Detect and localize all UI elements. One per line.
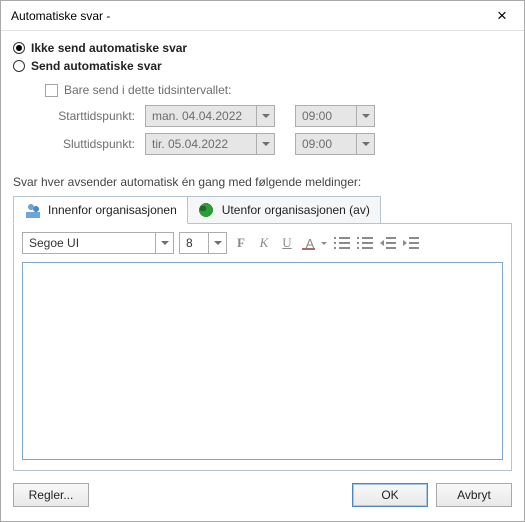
end-time-row: Sluttidspunkt: tir. 05.04.2022 09:00 xyxy=(45,133,512,155)
start-time-label: Starttidspunkt: xyxy=(45,109,145,123)
only-send-interval-checkbox[interactable]: Bare send i dette tidsintervallet: xyxy=(45,83,512,97)
chevron-down-icon xyxy=(256,134,274,154)
chevron-down-icon xyxy=(208,233,226,253)
chevron-down-icon xyxy=(155,233,173,253)
radio-do-not-send[interactable]: Ikke send automatiske svar xyxy=(13,41,512,55)
font-color-icon: A xyxy=(301,234,319,252)
numbered-list-button[interactable] xyxy=(356,234,374,252)
rules-button[interactable]: Regler... xyxy=(13,483,89,507)
dialog-content: Ikke send automatiske svar Send automati… xyxy=(1,31,524,471)
reply-caption: Svar hver avsender automatisk én gang me… xyxy=(13,175,512,189)
radio-label: Ikke send automatiske svar xyxy=(31,41,187,55)
italic-button[interactable]: K xyxy=(255,234,273,252)
window-title: Automatiske svar - xyxy=(11,9,480,23)
font-color-button[interactable]: A xyxy=(301,234,328,252)
font-family-value: Segoe UI xyxy=(23,236,155,250)
bullet-list-button[interactable] xyxy=(333,234,351,252)
outdent-button[interactable] xyxy=(379,234,397,252)
time-interval-block: Bare send i dette tidsintervallet: Start… xyxy=(45,83,512,161)
radio-send[interactable]: Send automatiske svar xyxy=(13,59,512,73)
end-time-label: Sluttidspunkt: xyxy=(45,137,145,151)
end-date-value: tir. 05.04.2022 xyxy=(146,137,256,151)
radio-icon xyxy=(13,60,25,72)
close-button[interactable]: × xyxy=(480,1,524,30)
bold-button[interactable]: F xyxy=(232,234,250,252)
font-family-combo[interactable]: Segoe UI xyxy=(22,232,174,254)
tabs: Innenfor organisasjonen Utenfor organisa… xyxy=(13,195,512,224)
chevron-down-icon xyxy=(319,234,328,252)
ok-button[interactable]: OK xyxy=(352,483,428,507)
underline-button[interactable]: U xyxy=(278,234,296,252)
tab-label: Utenfor organisasjonen (av) xyxy=(222,203,370,217)
chevron-down-icon xyxy=(356,134,374,154)
end-date-combo[interactable]: tir. 05.04.2022 xyxy=(145,133,275,155)
tab-inside-organization[interactable]: Innenfor organisasjonen xyxy=(13,196,188,224)
radio-label: Send automatiske svar xyxy=(31,59,162,73)
indent-button[interactable] xyxy=(402,234,420,252)
message-textarea[interactable] xyxy=(22,262,503,460)
outdent-icon xyxy=(380,236,396,250)
titlebar: Automatiske svar - × xyxy=(1,1,524,31)
end-time-combo[interactable]: 09:00 xyxy=(295,133,375,155)
globe-icon xyxy=(198,202,216,218)
close-icon: × xyxy=(497,7,507,24)
start-date-value: man. 04.04.2022 xyxy=(146,109,256,123)
dialog-footer: Regler... OK Avbryt xyxy=(1,471,524,521)
start-time-value: 09:00 xyxy=(296,109,356,123)
font-size-value: 8 xyxy=(180,236,208,250)
editor-toolbar: Segoe UI 8 F K U A xyxy=(22,232,503,254)
automatic-replies-dialog: Automatiske svar - × Ikke send automatis… xyxy=(0,0,525,522)
tab-outside-organization[interactable]: Utenfor organisasjonen (av) xyxy=(188,196,381,224)
tab-label: Innenfor organisasjonen xyxy=(48,203,177,217)
chevron-down-icon xyxy=(256,106,274,126)
indent-icon xyxy=(403,236,419,250)
editor-area: Segoe UI 8 F K U A xyxy=(13,224,512,471)
chevron-down-icon xyxy=(356,106,374,126)
numbered-list-icon xyxy=(357,236,373,250)
checkbox-label: Bare send i dette tidsintervallet: xyxy=(64,83,231,97)
bullet-list-icon xyxy=(334,236,350,250)
end-time-value: 09:00 xyxy=(296,137,356,151)
people-icon xyxy=(24,202,42,218)
font-size-combo[interactable]: 8 xyxy=(179,232,227,254)
start-time-combo[interactable]: 09:00 xyxy=(295,105,375,127)
cancel-button[interactable]: Avbryt xyxy=(436,483,512,507)
checkbox-icon xyxy=(45,84,58,97)
start-date-combo[interactable]: man. 04.04.2022 xyxy=(145,105,275,127)
radio-icon xyxy=(13,42,25,54)
start-time-row: Starttidspunkt: man. 04.04.2022 09:00 xyxy=(45,105,512,127)
